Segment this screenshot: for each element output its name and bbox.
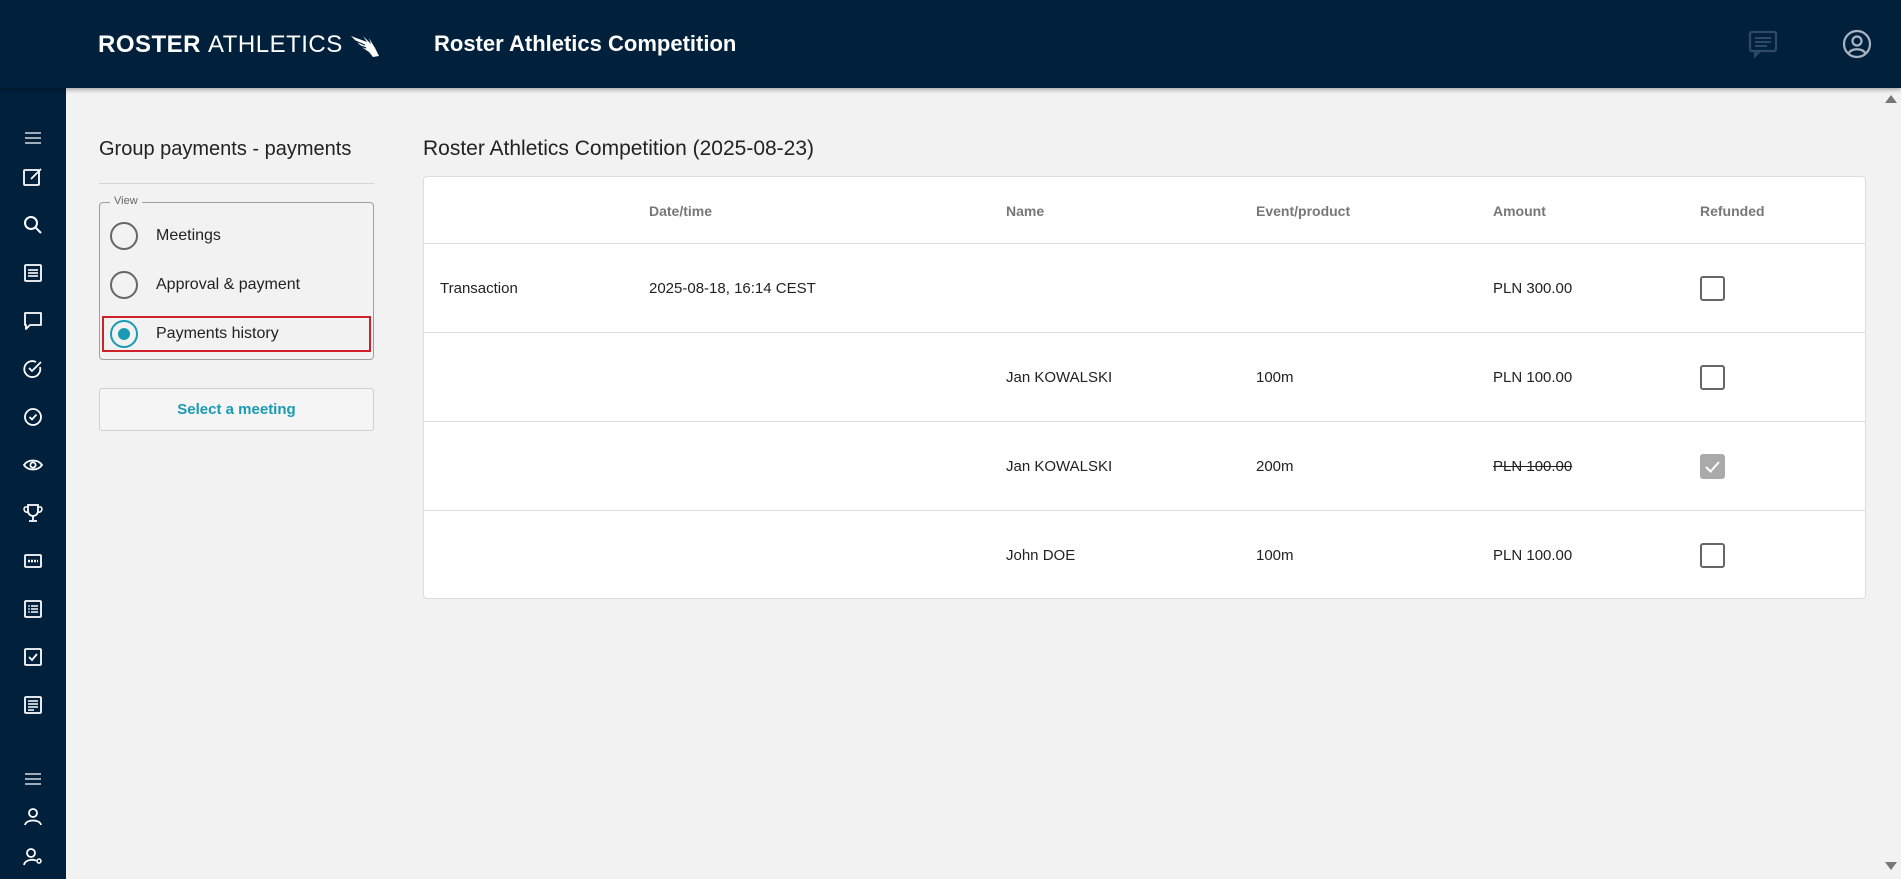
view-legend: View [110,195,142,207]
row-amount-refunded: PLN 100.00 [1493,458,1573,475]
account-icon[interactable] [1841,28,1873,60]
select-meeting-button[interactable]: Select a meeting [99,388,374,431]
table-row: John DOE 100m PLN 100.00 [424,511,1865,600]
row-event: 200m [1256,458,1294,475]
scroll-up-arrow[interactable] [1885,95,1897,103]
refunded-checkbox[interactable] [1700,276,1725,301]
row-name: Jan KOWALSKI [1006,369,1113,386]
radio-button[interactable] [110,271,138,299]
view-option-payments-history[interactable]: Payments history [102,316,371,352]
list-icon[interactable] [20,260,46,286]
eye-icon[interactable] [20,452,46,478]
winged-foot-icon [350,36,379,57]
bib-icon[interactable] [20,548,46,574]
row-amount: PLN 100.00 [1493,547,1573,564]
trophy-icon[interactable] [20,500,46,526]
logo-text-bold: ROSTER [98,31,202,58]
radio-label: Meetings [156,227,221,244]
table-row: Jan KOWALSKI 100m PLN 100.00 [424,333,1865,422]
row-amount: PLN 300.00 [1493,280,1573,297]
check-circle-small-icon[interactable] [20,404,46,430]
row-event: 100m [1256,369,1294,386]
logo-text-light: ATHLETICS [208,31,343,58]
document-list-icon[interactable] [20,596,46,622]
radio-button-selected[interactable] [110,320,138,348]
view-option-approval-payment[interactable]: Approval & payment [110,268,300,302]
column-header-refunded[interactable]: Refunded [1700,203,1765,219]
row-name: Jan KOWALSKI [1006,458,1113,475]
chat-icon[interactable] [1747,28,1779,60]
column-header-datetime[interactable]: Date/time [649,203,712,219]
menu-icon[interactable] [20,125,46,151]
column-header-amount[interactable]: Amount [1493,203,1546,219]
column-header-event[interactable]: Event/product [1256,203,1350,219]
row-type: Transaction [440,280,518,297]
row-datetime: 2025-08-18, 16:14 CEST [649,280,816,297]
radio-label: Payments history [156,325,279,342]
brand-logo[interactable]: ROSTER ATHLETICS [98,30,381,60]
checkbox-icon[interactable] [20,644,46,670]
column-header-name[interactable]: Name [1006,203,1044,219]
app-title: Roster Athletics Competition [434,31,737,56]
table-header: Date/time Name Event/product Amount Refu… [424,177,1865,244]
sidebar [0,88,66,879]
user-icon[interactable] [20,804,46,830]
page-title: Roster Athletics Competition (2025-08-23… [423,137,815,160]
scroll-down-arrow[interactable] [1885,862,1897,870]
top-bar: ROSTER ATHLETICS Roster Athletics Compet… [0,0,1901,88]
notes-icon[interactable] [20,692,46,718]
table-row: Jan KOWALSKI 200m PLN 100.00 [424,422,1865,511]
user-key-icon[interactable] [20,844,46,870]
checkmark-icon [1705,460,1720,473]
table-row: Transaction 2025-08-18, 16:14 CEST PLN 3… [424,244,1865,333]
refunded-checkbox[interactable] [1700,365,1725,390]
refunded-checkbox-checked[interactable] [1700,454,1725,479]
radio-button[interactable] [110,222,138,250]
refunded-checkbox[interactable] [1700,543,1725,568]
search-icon[interactable] [20,212,46,238]
menu-icon[interactable] [20,766,46,792]
edit-icon[interactable] [20,164,46,190]
panel-title: Group payments - payments [99,138,352,160]
divider [99,183,374,184]
message-icon[interactable] [20,308,46,334]
radio-label: Approval & payment [156,276,301,293]
row-name: John DOE [1006,547,1076,564]
check-circle-icon[interactable] [20,356,46,382]
view-option-meetings[interactable]: Meetings [110,219,221,253]
view-selector: View Meetings Approval & payment Payment… [99,195,374,360]
row-amount: PLN 100.00 [1493,369,1573,386]
row-event: 100m [1256,547,1294,564]
payments-table: Date/time Name Event/product Amount Refu… [423,176,1866,599]
